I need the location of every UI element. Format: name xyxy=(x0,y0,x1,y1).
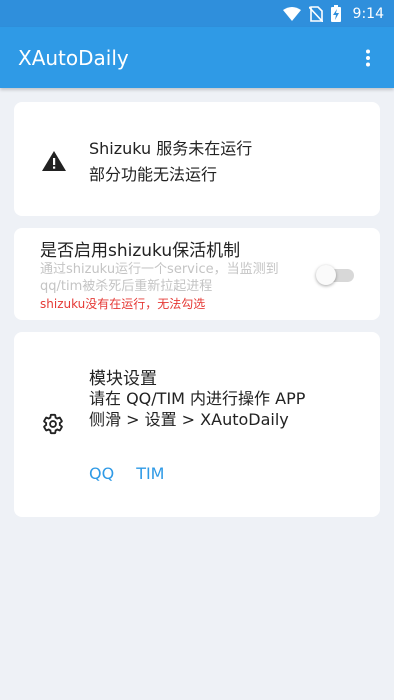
wifi-icon xyxy=(282,6,301,21)
keepalive-card[interactable]: 是否启用shizuku保活机制 通过shizuku运行一个service，当监测… xyxy=(14,228,380,320)
shizuku-status-subtitle: 部分功能无法运行 xyxy=(89,165,218,184)
more-vert-icon[interactable] xyxy=(356,46,380,70)
status-bar: 9:14 xyxy=(0,0,394,27)
battery-charging-icon xyxy=(330,5,341,22)
module-links: QQ TIM xyxy=(89,462,164,485)
shizuku-status-title: Shizuku 服务未在运行 xyxy=(89,139,253,158)
app-title: XAutoDaily xyxy=(18,45,129,70)
switch-thumb xyxy=(316,265,336,285)
module-settings-card: 模块设置 请在 QQ/TIM 内进行操作 APP 侧滑 > 设置 > XAuto… xyxy=(14,332,380,517)
shizuku-status-text: Shizuku 服务未在运行 部分功能无法运行 xyxy=(89,136,252,188)
shizuku-status-card: Shizuku 服务未在运行 部分功能无法运行 xyxy=(14,102,380,216)
keepalive-error: shizuku没有在运行，无法勾选 xyxy=(40,297,206,311)
status-time: 9:14 xyxy=(352,5,384,22)
no-sim-icon xyxy=(308,5,323,22)
settings-gear-icon xyxy=(42,413,64,439)
module-settings-title: 模块设置 xyxy=(89,369,157,389)
qq-link[interactable]: QQ xyxy=(89,462,114,485)
app-bar: XAutoDaily xyxy=(0,27,394,88)
warning-icon xyxy=(41,150,67,176)
module-settings-description: 请在 QQ/TIM 内进行操作 APP 侧滑 > 设置 > XAutoDaily xyxy=(89,389,306,429)
tim-link[interactable]: TIM xyxy=(136,462,164,485)
keepalive-title: 是否启用shizuku保活机制 xyxy=(40,241,241,261)
keepalive-switch[interactable] xyxy=(314,264,354,286)
keepalive-description: 通过shizuku运行一个service，当监测到qq/tim被杀死后重新拉起进… xyxy=(40,262,279,294)
